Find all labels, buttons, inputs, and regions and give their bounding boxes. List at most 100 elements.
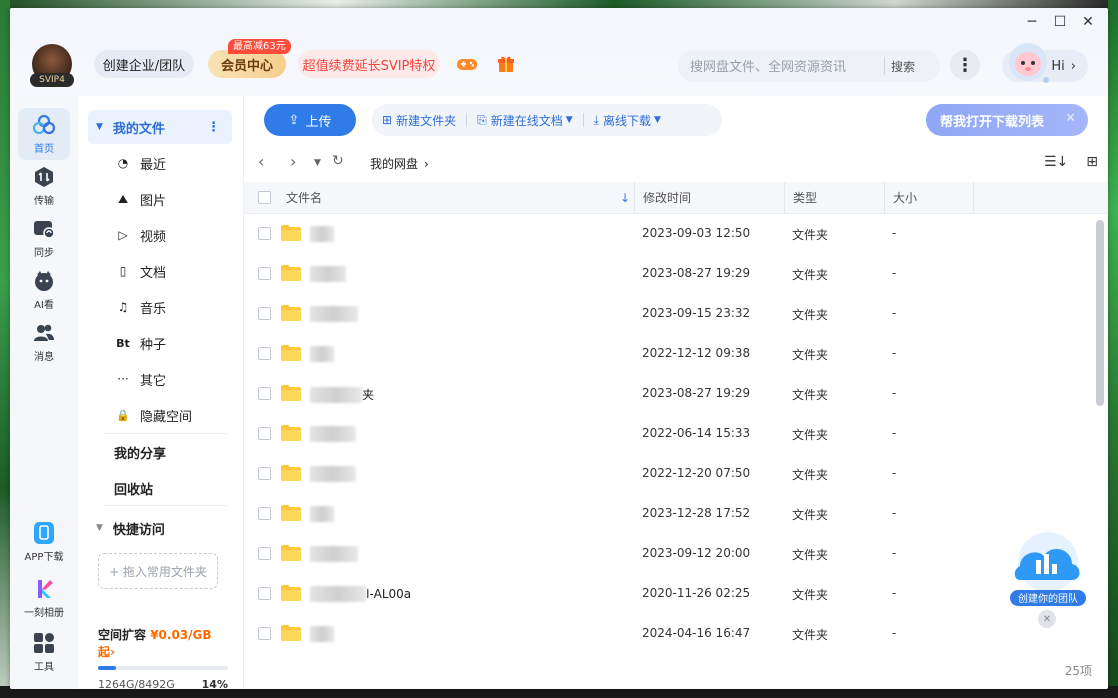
- nav-tools[interactable]: 工具: [18, 626, 70, 678]
- more-dots-icon: ···: [117, 372, 129, 386]
- back-arrow-icon[interactable]: ‹: [258, 152, 264, 171]
- table-row[interactable]: 2023-08-27 19:29 文件夹 -: [244, 254, 1108, 294]
- file-type: 文件夹: [792, 348, 829, 362]
- table-row[interactable]: 2022-06-14 15:33 文件夹 -: [244, 414, 1108, 454]
- table-row[interactable]: 2022-12-20 07:50 文件夹 -: [244, 454, 1108, 494]
- table-row[interactable]: 2023-12-28 17:52 文件夹 -: [244, 494, 1108, 534]
- category-hidden-space[interactable]: 🔒 隐藏空间: [88, 398, 232, 432]
- column-header-name[interactable]: 文件名 ↓: [286, 182, 634, 214]
- new-folder-button[interactable]: ⊞ 新建文件夹: [372, 112, 466, 129]
- nav-ai-look[interactable]: AI看: [18, 264, 70, 316]
- maximize-button[interactable]: ☐: [1048, 12, 1072, 32]
- open-download-list-banner[interactable]: 帮我打开下载列表 ✕: [926, 104, 1088, 136]
- create-enterprise-button[interactable]: 创建企业/团队: [94, 50, 194, 78]
- row-checkbox[interactable]: [258, 267, 271, 280]
- storage-expand[interactable]: 空间扩容 ¥0.03/GB起› 1264G/8492G 14%: [98, 626, 228, 689]
- offline-download-button[interactable]: ⤓ 离线下载 ▼: [584, 112, 671, 129]
- search-button[interactable]: 搜索: [891, 58, 915, 75]
- recycle-bin-item[interactable]: 回收站: [88, 471, 232, 505]
- breadcrumb[interactable]: 我的网盘 ›: [370, 155, 429, 172]
- nav-transfer[interactable]: 传输: [18, 160, 70, 212]
- row-checkbox[interactable]: [258, 347, 271, 360]
- nav-message[interactable]: 消息: [18, 316, 70, 368]
- category-docs[interactable]: ▯ 文档: [88, 254, 232, 288]
- game-controller-icon[interactable]: [456, 54, 478, 74]
- gift-icon[interactable]: [496, 54, 516, 74]
- redacted-name: [310, 346, 334, 362]
- select-all-checkbox[interactable]: [258, 191, 271, 204]
- quick-access-drop-zone[interactable]: + 拖入常用文件夹: [98, 553, 218, 589]
- file-name[interactable]: [310, 346, 334, 362]
- cloud-home-icon: [32, 114, 56, 135]
- nav-album[interactable]: 一刻相册: [18, 572, 70, 624]
- close-icon[interactable]: ✕: [1038, 610, 1056, 628]
- table-row[interactable]: 2024-04-16 16:47 文件夹 -: [244, 614, 1108, 654]
- row-checkbox[interactable]: [258, 547, 271, 560]
- quick-access-header[interactable]: ▼ 快捷访问: [88, 511, 232, 545]
- more-menu-button[interactable]: ⋮: [950, 50, 980, 80]
- nav-app-download[interactable]: APP下载: [18, 516, 70, 568]
- file-name[interactable]: [310, 506, 334, 522]
- title-bar[interactable]: ─ ☐ ✕: [10, 8, 1108, 36]
- category-images[interactable]: ⛰ 图片: [88, 182, 232, 216]
- file-name[interactable]: 夹: [310, 386, 374, 403]
- row-checkbox[interactable]: [258, 227, 271, 240]
- my-share-item[interactable]: 我的分享: [88, 435, 232, 469]
- table-row[interactable]: 2023-09-12 20:00 文件夹 -: [244, 534, 1108, 574]
- my-files-item[interactable]: ▼ 我的文件 ⋮: [88, 110, 232, 144]
- row-checkbox[interactable]: [258, 467, 271, 480]
- nav-home[interactable]: 首页: [18, 108, 70, 160]
- table-row[interactable]: I-AL00a 2020-11-26 02:25 文件夹 -: [244, 574, 1108, 614]
- category-video[interactable]: ▷ 视频: [88, 218, 232, 252]
- file-name[interactable]: [310, 546, 358, 562]
- row-checkbox[interactable]: [258, 627, 271, 640]
- history-dropdown-icon[interactable]: ▼: [314, 158, 321, 168]
- refresh-icon[interactable]: ↻: [332, 153, 344, 169]
- column-header-modified[interactable]: 修改时间: [634, 182, 784, 214]
- clock-icon: ◔: [117, 156, 129, 170]
- category-other[interactable]: ··· 其它: [88, 362, 232, 396]
- forward-arrow-icon[interactable]: ›: [290, 152, 296, 171]
- folder-icon: [281, 465, 301, 481]
- row-checkbox[interactable]: [258, 507, 271, 520]
- row-checkbox[interactable]: [258, 307, 271, 320]
- column-header-size[interactable]: 大小: [884, 182, 974, 214]
- upload-button[interactable]: ⇪ 上传: [264, 104, 356, 136]
- file-name[interactable]: [310, 266, 346, 282]
- table-row[interactable]: 夹 2023-08-27 19:29 文件夹 -: [244, 374, 1108, 414]
- file-name[interactable]: I-AL00a: [310, 586, 411, 602]
- table-row[interactable]: 2023-09-15 23:32 文件夹 -: [244, 294, 1108, 334]
- row-checkbox[interactable]: [258, 427, 271, 440]
- modified-time: 2023-12-28 17:52: [642, 506, 751, 520]
- caret-down-icon: ▼: [96, 122, 103, 132]
- file-name[interactable]: [310, 306, 358, 322]
- mascot-icon[interactable]: [1006, 40, 1050, 86]
- renew-svip-promo[interactable]: 超值续费延长SVIP特权: [298, 50, 440, 78]
- more-vertical-icon[interactable]: ⋮: [207, 120, 220, 135]
- table-row[interactable]: 2023-09-03 12:50 文件夹 -: [244, 214, 1108, 254]
- file-name[interactable]: [310, 466, 356, 482]
- new-online-doc-button[interactable]: ⎘ 新建在线文档 ▼: [467, 112, 583, 129]
- category-music[interactable]: ♫ 音乐: [88, 290, 232, 324]
- close-icon[interactable]: ✕: [1065, 111, 1076, 126]
- row-checkbox[interactable]: [258, 587, 271, 600]
- category-torrent[interactable]: Bt 种子: [88, 326, 232, 360]
- nav-sync[interactable]: 同步: [18, 212, 70, 264]
- minimize-button[interactable]: ─: [1020, 12, 1044, 32]
- vip-center-button[interactable]: 会员中心: [208, 50, 286, 78]
- sort-list-icon[interactable]: ☰↓: [1044, 154, 1068, 170]
- grid-view-icon[interactable]: ⊞: [1086, 154, 1098, 170]
- search-input[interactable]: [678, 58, 878, 74]
- close-button[interactable]: ✕: [1076, 12, 1100, 32]
- file-name[interactable]: [310, 426, 356, 442]
- breadcrumb-root[interactable]: 我的网盘: [370, 157, 418, 171]
- create-team-float-icon[interactable]: 创建你的团队: [1004, 526, 1092, 614]
- file-name[interactable]: [310, 226, 334, 242]
- scrollbar[interactable]: [1096, 220, 1104, 406]
- row-checkbox[interactable]: [258, 387, 271, 400]
- file-name[interactable]: [310, 626, 334, 642]
- storage-title: 空间扩容 ¥0.03/GB起›: [98, 626, 228, 660]
- category-recent[interactable]: ◔ 最近: [88, 146, 232, 180]
- column-header-type[interactable]: 类型: [784, 182, 884, 214]
- table-row[interactable]: 2022-12-12 09:38 文件夹 -: [244, 334, 1108, 374]
